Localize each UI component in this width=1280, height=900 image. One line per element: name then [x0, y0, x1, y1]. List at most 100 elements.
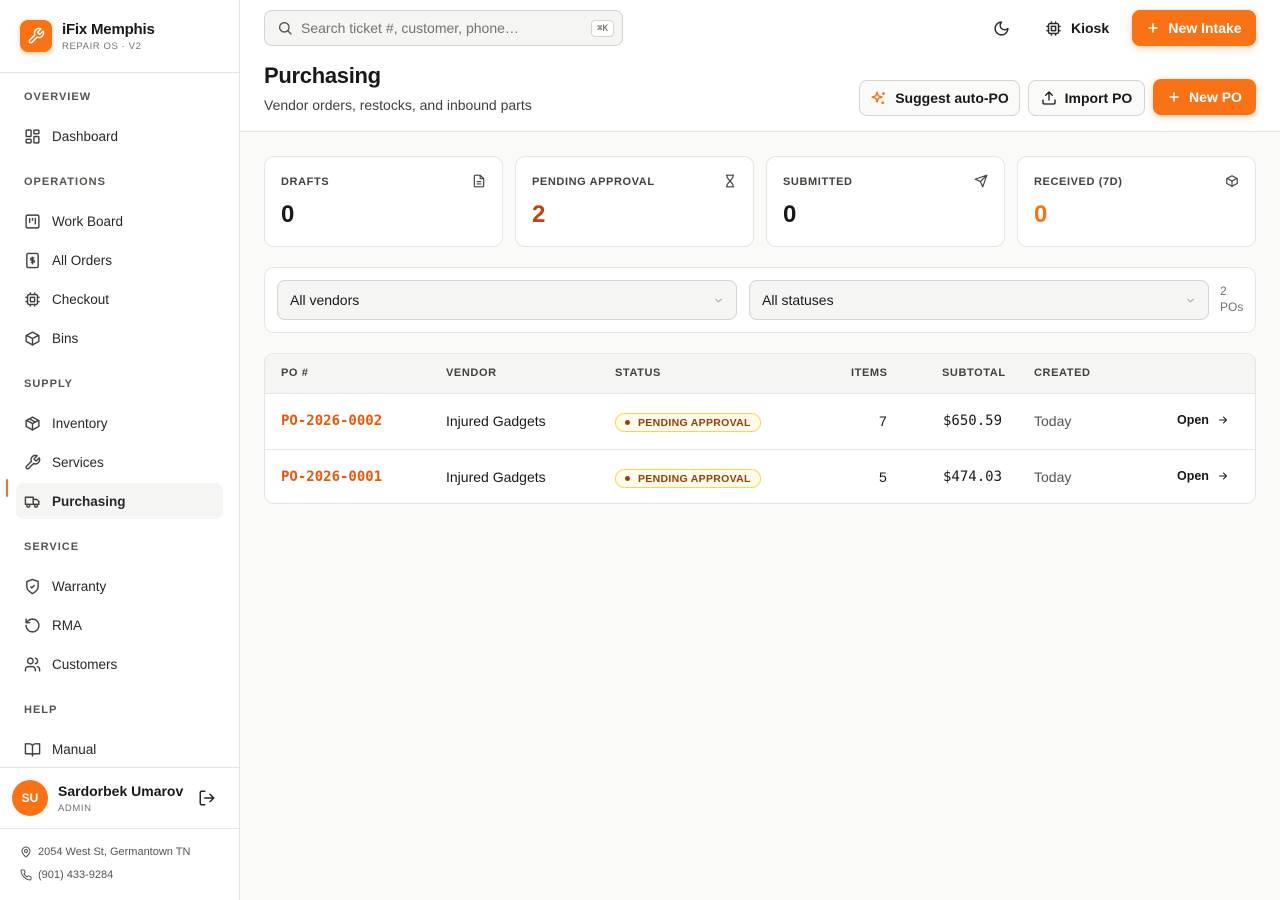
stat-card-submitted: SUBMITTED 0	[766, 156, 1005, 247]
brand-name: iFix Memphis	[62, 20, 155, 38]
receipt-icon	[26, 252, 39, 268]
sidebar-item-services[interactable]: Services	[16, 444, 223, 480]
purchase-orders-table: PO # VENDOR STATUS ITEMS SUBTOTAL CREATE…	[264, 353, 1256, 504]
sidebar-item-label: Checkout	[52, 291, 110, 307]
vendor-cell: Injured Gadgets	[446, 413, 546, 429]
column-header-subtotal[interactable]: SUBTOTAL	[942, 367, 1006, 379]
nav-section-operations: OPERATIONS	[24, 176, 106, 188]
sidebar-item-label: Purchasing	[52, 493, 126, 509]
avatar[interactable]: SU	[12, 780, 48, 816]
status-badge-label: PENDING APPROVAL	[638, 472, 751, 485]
sidebar: iFix Memphis REPAIR OS · V2 OVERVIEW Das…	[0, 0, 240, 900]
sidebar-item-rma[interactable]: RMA	[16, 607, 223, 643]
kiosk-label: Kiosk	[1071, 20, 1110, 36]
column-header-po[interactable]: PO #	[281, 367, 308, 379]
stat-value: 0	[281, 201, 295, 228]
vendor-select-value: All vendors	[290, 292, 360, 308]
sidebar-item-purchasing[interactable]: Purchasing	[16, 483, 223, 519]
store-phone: (901) 433-9284	[20, 869, 113, 881]
sidebar-item-work-board[interactable]: Work Board	[16, 203, 223, 239]
stat-card-received: RECEIVED (7D) 0	[1017, 156, 1256, 247]
po-number-link[interactable]: PO-2026-0002	[281, 413, 382, 429]
sidebar-item-customers[interactable]: Customers	[16, 646, 223, 682]
truck-icon	[24, 496, 40, 508]
logout-icon[interactable]	[198, 789, 216, 807]
sidebar-item-label: Manual	[52, 741, 97, 757]
sidebar-item-inventory[interactable]: Inventory	[16, 405, 223, 441]
user-name: Sardorbek Umarov	[58, 782, 184, 799]
filter-bar: All vendors All statuses 2 POs	[264, 267, 1256, 333]
search-input[interactable]	[301, 20, 571, 36]
package-icon	[25, 415, 40, 431]
sidebar-item-label: Work Board	[52, 213, 124, 229]
page-title: Purchasing	[264, 63, 381, 88]
stat-card-pending-approval: PENDING APPROVAL 2	[515, 156, 754, 247]
open-po-label: Open	[1177, 413, 1209, 427]
nav-section-help: HELP	[24, 704, 58, 716]
status-select[interactable]: All statuses	[749, 280, 1209, 320]
book-icon	[24, 742, 41, 757]
vendor-select[interactable]: All vendors	[277, 280, 737, 320]
phone-icon	[20, 869, 32, 881]
sidebar-item-all-orders[interactable]: All Orders	[16, 242, 223, 278]
store-address: 2054 West St, Germantown TN	[20, 846, 190, 858]
sparkles-icon	[871, 90, 886, 104]
suggest-auto-po-label: Suggest auto-PO	[895, 90, 1009, 106]
nav-section-service: SERVICE	[24, 541, 80, 553]
sidebar-item-bins[interactable]: Bins	[16, 320, 223, 356]
stat-label: SUBMITTED	[783, 176, 853, 188]
import-po-button[interactable]: Import PO	[1028, 80, 1145, 116]
wrench-logo-icon	[20, 20, 52, 52]
new-po-button[interactable]: New PO	[1153, 79, 1256, 115]
table-row[interactable]: PO-2026-0001 Injured Gadgets PENDING APP…	[265, 449, 1255, 503]
theme-toggle-button[interactable]	[984, 11, 1018, 45]
nav-section-overview: OVERVIEW	[24, 91, 92, 103]
suggest-auto-po-button[interactable]: Suggest auto-PO	[859, 80, 1020, 116]
stat-value: 0	[1034, 201, 1048, 228]
stat-card-drafts: DRAFTS 0	[264, 156, 503, 247]
brand[interactable]: iFix Memphis REPAIR OS · V2	[0, 0, 239, 73]
wrench-icon	[25, 454, 41, 470]
open-po-label: Open	[1177, 469, 1209, 483]
table-row[interactable]: PO-2026-0002 Injured Gadgets PENDING APP…	[265, 394, 1255, 449]
sidebar-item-checkout[interactable]: Checkout	[16, 281, 223, 317]
sidebar-item-warranty[interactable]: Warranty	[16, 568, 223, 604]
sidebar-item-dashboard[interactable]: Dashboard	[16, 118, 223, 154]
moon-icon	[993, 20, 1009, 36]
package-check-icon	[1226, 175, 1238, 187]
import-po-label: Import PO	[1064, 90, 1133, 106]
search-shortcut: ⌘K	[591, 20, 614, 37]
box-icon	[25, 330, 40, 346]
po-count: 2 POs	[1220, 284, 1244, 314]
sidebar-item-label: Warranty	[52, 578, 107, 594]
plus-icon	[1169, 92, 1179, 102]
status-badge: PENDING APPROVAL	[615, 413, 761, 432]
file-icon	[473, 174, 485, 188]
column-header-created[interactable]: CREATED	[1034, 367, 1091, 379]
kiosk-button[interactable]: Kiosk	[1045, 14, 1109, 42]
open-po-button[interactable]: Open	[1177, 413, 1229, 427]
po-number-link[interactable]: PO-2026-0001	[281, 469, 382, 485]
column-header-status[interactable]: STATUS	[615, 367, 661, 379]
new-intake-label: New Intake	[1168, 20, 1242, 36]
column-header-items[interactable]: ITEMS	[851, 367, 888, 379]
nav-section-supply: SUPPLY	[24, 378, 74, 390]
new-intake-button[interactable]: New Intake	[1132, 10, 1256, 46]
search-bar: ⌘K	[264, 10, 623, 46]
shield-check-icon	[26, 578, 39, 594]
users-icon	[24, 656, 41, 672]
sidebar-item-label: Bins	[52, 330, 79, 346]
sidebar-item-label: Dashboard	[52, 128, 119, 144]
sidebar-item-manual[interactable]: Manual	[16, 731, 223, 767]
map-pin-icon	[21, 846, 31, 858]
stat-value: 2	[532, 201, 546, 228]
new-po-label: New PO	[1189, 89, 1242, 105]
kanban-icon	[25, 213, 40, 229]
column-header-vendor[interactable]: VENDOR	[446, 367, 497, 379]
send-icon	[974, 174, 988, 188]
rotate-ccw-icon	[25, 617, 40, 633]
subtotal-cell: $650.59	[943, 413, 1003, 429]
brand-subtitle: REPAIR OS · V2	[62, 40, 142, 52]
open-po-button[interactable]: Open	[1177, 469, 1229, 483]
store-address-text: 2054 West St, Germantown TN	[38, 846, 191, 858]
